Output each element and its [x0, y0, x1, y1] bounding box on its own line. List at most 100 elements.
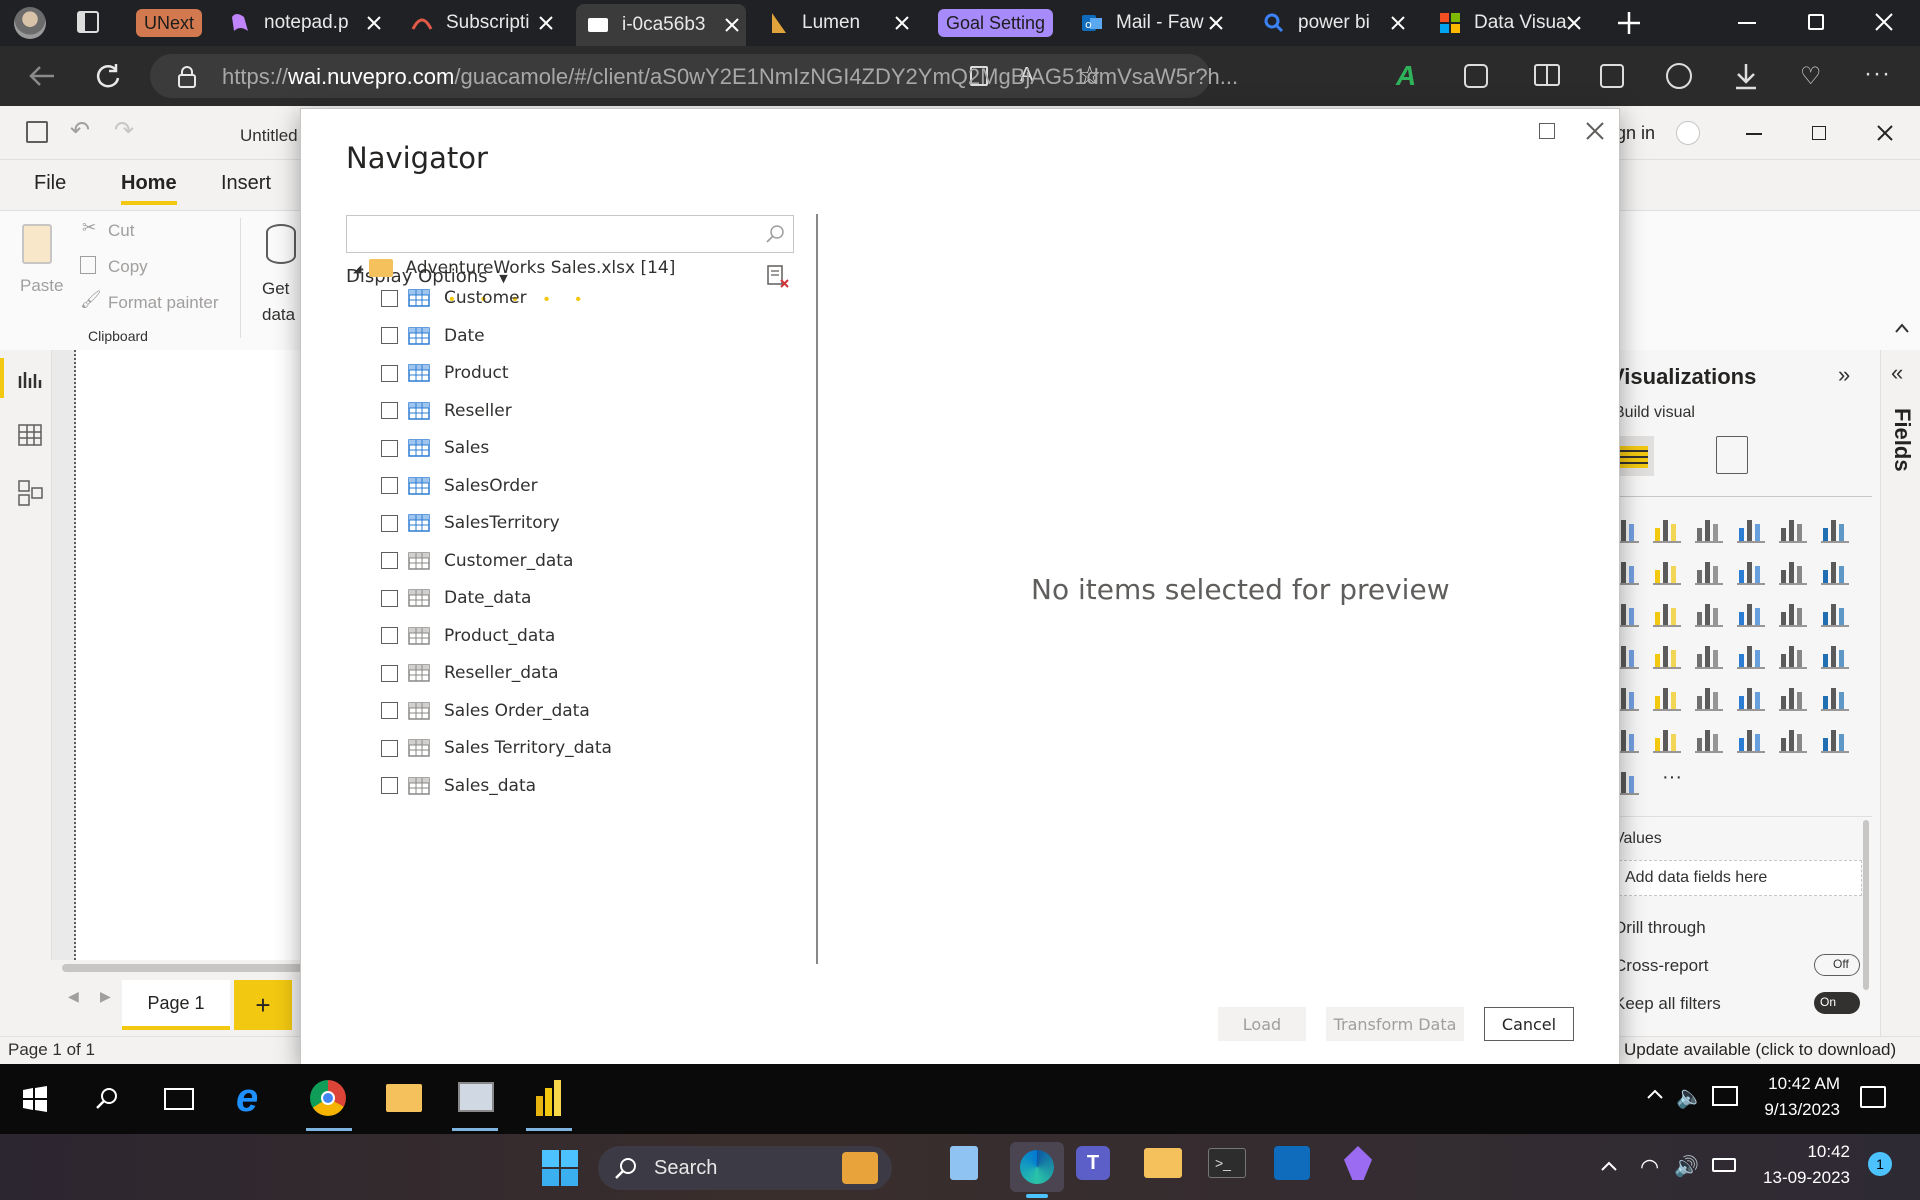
- visual-type-icon[interactable]: [1778, 682, 1808, 712]
- item-checkbox[interactable]: [381, 402, 398, 419]
- collapse-triangle-icon[interactable]: ◢: [353, 262, 361, 275]
- format-painter-icon[interactable]: 🖌: [80, 290, 102, 310]
- item-checkbox[interactable]: [381, 777, 398, 794]
- internet-explorer-icon[interactable]: e: [236, 1078, 258, 1118]
- close-window-icon[interactable]: [1874, 12, 1894, 32]
- extensions-puzzle-icon[interactable]: [1464, 64, 1488, 88]
- visual-type-icon[interactable]: [1694, 724, 1724, 754]
- page-next-icon[interactable]: ▶: [100, 988, 111, 1005]
- notification-badge[interactable]: 1: [1868, 1152, 1892, 1176]
- paste-icon[interactable]: [22, 224, 52, 264]
- cancel-button[interactable]: Cancel: [1484, 1007, 1574, 1041]
- search-icon[interactable]: [765, 224, 785, 244]
- item-checkbox[interactable]: [381, 739, 398, 757]
- tab-group-unext[interactable]: UNext: [136, 9, 203, 37]
- ribbon-tab-insert[interactable]: Insert: [221, 172, 271, 195]
- visual-type-icon[interactable]: [1652, 640, 1682, 670]
- tray-chevron-icon[interactable]: [1646, 1088, 1664, 1100]
- tree-item[interactable]: Reseller_data: [381, 658, 559, 688]
- tree-item[interactable]: Customer: [381, 283, 527, 313]
- visual-type-icon[interactable]: [1694, 556, 1724, 586]
- visual-type-icon[interactable]: [1778, 598, 1808, 628]
- visual-type-icon[interactable]: [1736, 724, 1766, 754]
- item-checkbox[interactable]: [381, 514, 398, 532]
- action-center-icon[interactable]: [1860, 1086, 1886, 1108]
- tab-group-goal-setting[interactable]: Goal Setting: [938, 9, 1054, 37]
- item-checkbox[interactable]: [381, 664, 398, 682]
- refresh-icon[interactable]: [94, 62, 122, 90]
- host-clock-date[interactable]: 13-09-2023: [1740, 1168, 1850, 1188]
- new-tab-icon[interactable]: [1616, 10, 1642, 36]
- ribbon-tab-file[interactable]: File: [34, 172, 66, 195]
- visual-type-icon[interactable]: [1820, 598, 1850, 628]
- visual-type-icon[interactable]: [1694, 514, 1724, 544]
- close-tab-icon[interactable]: [722, 15, 742, 35]
- windows11-start-icon[interactable]: [542, 1150, 578, 1186]
- tab-subscription[interactable]: Subscripti: [410, 6, 560, 40]
- item-checkbox[interactable]: [381, 439, 398, 457]
- visual-type-icon[interactable]: [1652, 556, 1682, 586]
- get-data-icon[interactable]: [266, 224, 296, 264]
- task-view-icon[interactable]: [164, 1088, 194, 1110]
- visual-type-icon[interactable]: [1694, 598, 1724, 628]
- chrome-icon[interactable]: [310, 1080, 346, 1116]
- tree-item[interactable]: Product: [381, 358, 509, 388]
- wifi-icon[interactable]: ◠: [1640, 1154, 1659, 1180]
- tree-root[interactable]: ◢ AdventureWorks Sales.xlsx [14]: [353, 253, 675, 283]
- files-app-icon[interactable]: [1144, 1148, 1182, 1178]
- tree-item[interactable]: Sales_data: [381, 771, 536, 801]
- tree-item[interactable]: Sales: [381, 433, 489, 463]
- battery-icon[interactable]: [1712, 1158, 1736, 1172]
- visual-type-icon[interactable]: [1736, 514, 1766, 544]
- add-data-fields-well[interactable]: Add data fields here: [1614, 860, 1862, 896]
- remote-search-icon[interactable]: [94, 1086, 120, 1112]
- remote-desktop-icon[interactable]: [458, 1082, 494, 1112]
- tree-item[interactable]: Reseller: [381, 396, 512, 426]
- visual-type-icon[interactable]: [1820, 556, 1850, 586]
- cut-button[interactable]: Cut: [108, 221, 134, 241]
- browser-essentials-icon[interactable]: ♡: [1800, 62, 1822, 91]
- table-view-icon[interactable]: [18, 424, 42, 446]
- visual-type-icon[interactable]: [1736, 682, 1766, 712]
- pane-scrollbar[interactable]: [1863, 820, 1869, 990]
- redo-icon[interactable]: ↷: [114, 116, 134, 145]
- volume-muted-icon[interactable]: 🔈: [1676, 1084, 1703, 1110]
- profile-avatar[interactable]: [14, 7, 46, 39]
- dialog-close-icon[interactable]: [1585, 121, 1605, 141]
- navigator-search-input[interactable]: [346, 215, 794, 253]
- copy-icon[interactable]: [80, 256, 96, 274]
- visual-type-icon[interactable]: [1778, 514, 1808, 544]
- expand-pane-icon[interactable]: »: [1838, 362, 1850, 388]
- tree-item[interactable]: Sales Order_data: [381, 696, 590, 726]
- tab-actions-icon[interactable]: [77, 11, 99, 33]
- teams-app-icon[interactable]: T: [1076, 1146, 1110, 1180]
- cross-report-toggle[interactable]: Off: [1814, 954, 1860, 976]
- format-painter-button[interactable]: Format painter: [108, 293, 219, 313]
- network-icon[interactable]: [1712, 1086, 1738, 1106]
- visual-type-icon[interactable]: [1820, 514, 1850, 544]
- pbi-minimize-icon[interactable]: [1746, 133, 1762, 135]
- item-checkbox[interactable]: [381, 702, 398, 719]
- host-clock-time[interactable]: 10:42: [1740, 1142, 1850, 1162]
- close-tab-icon[interactable]: [1388, 13, 1408, 33]
- visual-type-icon[interactable]: [1778, 556, 1808, 586]
- refresh-preview-icon[interactable]: [766, 264, 792, 290]
- tree-item[interactable]: SalesOrder: [381, 471, 538, 501]
- tab-mail[interactable]: o Mail - Faw: [1080, 6, 1230, 40]
- undo-icon[interactable]: ↶: [70, 116, 90, 145]
- visual-type-icon[interactable]: [1694, 682, 1724, 712]
- update-available-link[interactable]: Update available (click to download): [1624, 1040, 1896, 1060]
- host-tray-chevron-icon[interactable]: [1600, 1160, 1618, 1172]
- windows-start-icon[interactable]: [22, 1086, 48, 1112]
- file-explorer-icon[interactable]: [386, 1084, 422, 1112]
- visual-type-icon[interactable]: [1778, 640, 1808, 670]
- item-checkbox[interactable]: [381, 327, 398, 344]
- item-checkbox[interactable]: [381, 589, 398, 607]
- purple-app-icon[interactable]: [1344, 1146, 1372, 1180]
- visual-type-icon[interactable]: [1652, 682, 1682, 712]
- tab-data-visualization[interactable]: Data Visua: [1438, 6, 1588, 40]
- page-prev-icon[interactable]: ◀: [68, 988, 79, 1005]
- user-avatar[interactable]: [1676, 121, 1700, 145]
- item-checkbox[interactable]: [381, 627, 398, 644]
- tree-item[interactable]: Sales Territory_data: [381, 733, 612, 763]
